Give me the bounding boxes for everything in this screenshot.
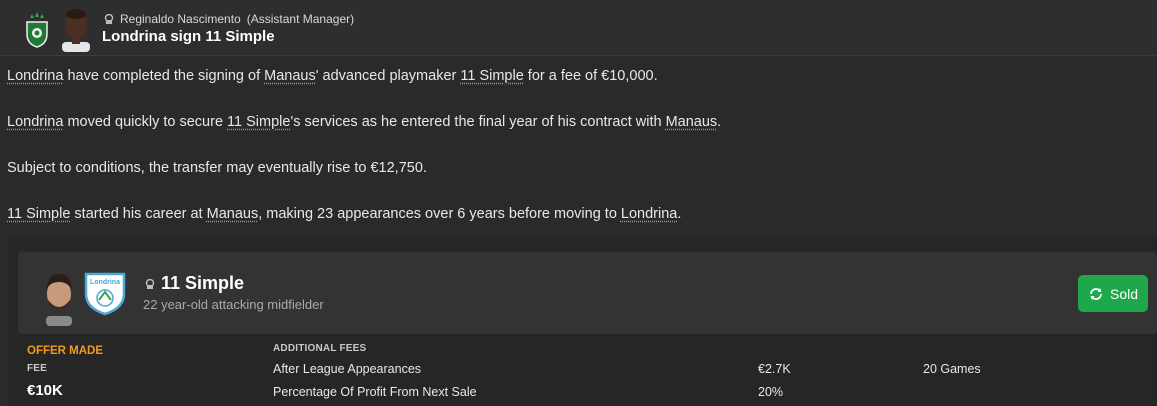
fee-value: €10K xyxy=(27,382,63,399)
entity-link[interactable]: Manaus xyxy=(207,206,259,222)
article-text: , making 23 appearances over 6 years bef… xyxy=(258,206,621,222)
player-name[interactable]: 11 Simple xyxy=(161,273,244,294)
article-paragraph-4: 11 Simple started his career at Manaus, … xyxy=(7,206,681,222)
entity-link[interactable]: Londrina xyxy=(7,114,63,130)
sender-name[interactable]: Reginaldo Nascimento xyxy=(120,12,241,26)
additional-fee-amount: €2.7K xyxy=(758,362,791,376)
sold-status-button[interactable]: Sold xyxy=(1078,275,1148,312)
article-text: started his career at xyxy=(70,206,207,222)
additional-fee-amount: 20% xyxy=(758,385,784,399)
sender-row: Reginaldo Nascimento (Assistant Manager) xyxy=(104,12,354,26)
assistant-manager-avatar[interactable] xyxy=(56,6,96,52)
entity-link[interactable]: Manaus xyxy=(666,114,718,130)
refresh-icon xyxy=(1090,287,1102,300)
news-headline: Londrina sign 11 Simple xyxy=(102,28,275,45)
offer-made-label: OFFER MADE xyxy=(27,345,104,357)
article-paragraph-3: Subject to conditions, the transfer may … xyxy=(7,160,427,176)
player-description: 22 year-old attacking midfielder xyxy=(143,297,324,312)
entity-link[interactable]: 11 Simple xyxy=(460,68,523,84)
article-text: 's services as he entered the final year… xyxy=(290,114,666,130)
article-text: Subject to conditions, the transfer may … xyxy=(7,160,427,176)
crest-text: Londrina xyxy=(90,279,120,286)
person-icon xyxy=(104,14,114,24)
article-text: have completed the signing of xyxy=(63,68,265,84)
additional-fees-label: ADDITIONAL FEES xyxy=(273,343,367,354)
player-name-row: 11 Simple xyxy=(145,273,244,294)
article-paragraph-2: Londrina moved quickly to secure 11 Simp… xyxy=(7,114,721,130)
additional-fee-condition: 20 Games xyxy=(923,362,981,376)
entity-link[interactable]: Londrina xyxy=(7,68,63,84)
article-text: moved quickly to secure xyxy=(63,114,228,130)
club-badge-icon[interactable] xyxy=(25,12,49,48)
entity-link[interactable]: 11 Simple xyxy=(227,114,290,130)
fee-label: FEE xyxy=(27,363,48,374)
londrina-crest-icon[interactable]: Londrina xyxy=(82,270,128,316)
entity-link[interactable]: Londrina xyxy=(621,206,677,222)
additional-fee-name: Percentage Of Profit From Next Sale xyxy=(273,385,477,399)
sold-label: Sold xyxy=(1109,285,1139,302)
player-avatar[interactable] xyxy=(38,268,80,326)
article-text: . xyxy=(677,206,682,222)
article-paragraph-1: Londrina have completed the signing of M… xyxy=(7,68,658,84)
additional-fee-name: After League Appearances xyxy=(273,362,422,376)
sender-role: (Assistant Manager) xyxy=(246,12,355,26)
article-text: ' advanced playmaker xyxy=(315,68,461,84)
article-text: . xyxy=(717,114,722,130)
person-icon xyxy=(145,278,155,289)
article-text: for a fee of €10,000. xyxy=(523,68,658,84)
news-header: Reginaldo Nascimento (Assistant Manager)… xyxy=(0,0,1157,56)
entity-link[interactable]: Manaus xyxy=(264,68,316,84)
entity-link[interactable]: 11 Simple xyxy=(7,206,70,222)
